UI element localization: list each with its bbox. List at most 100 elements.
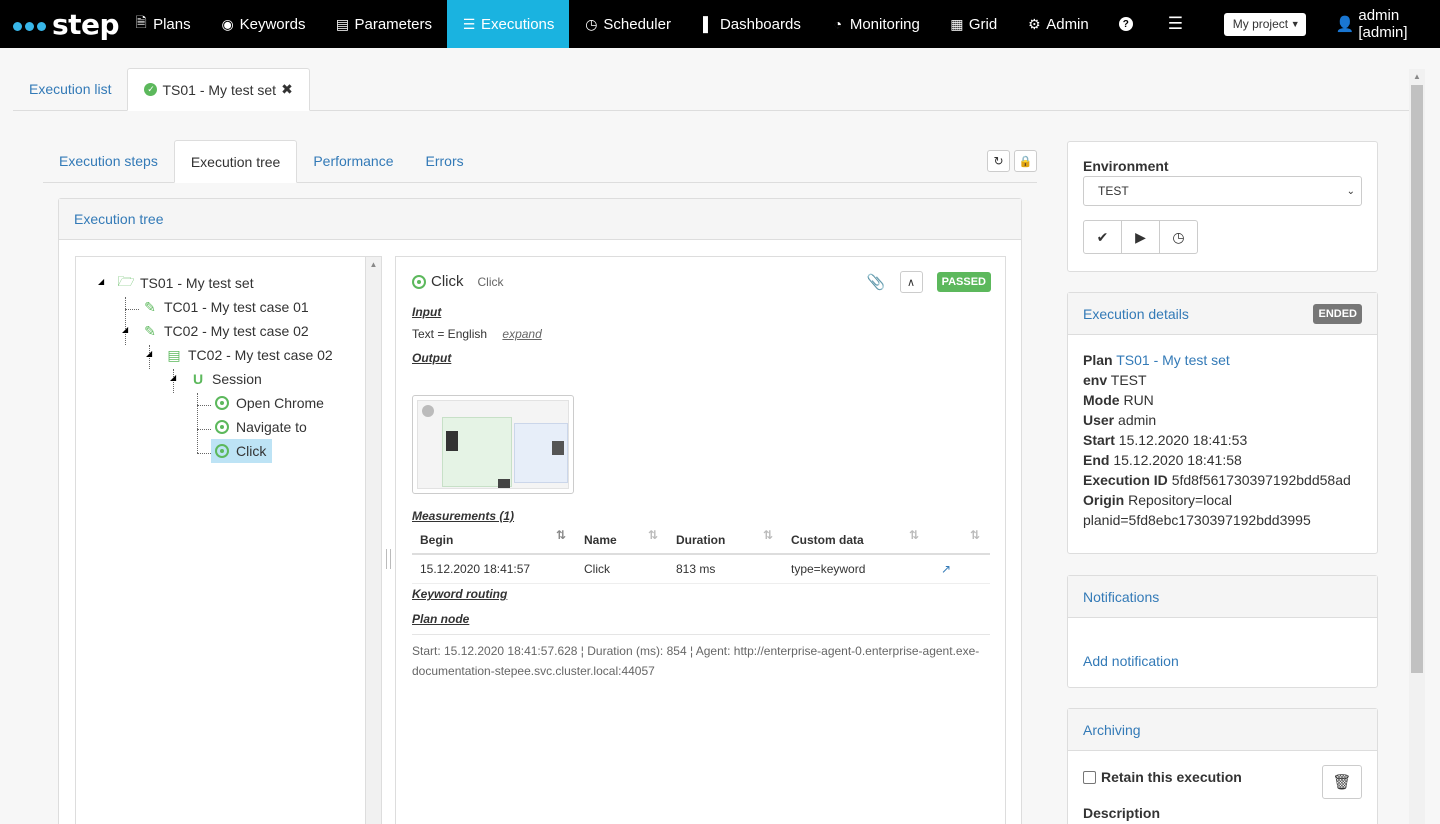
node-label: Session (212, 371, 262, 387)
input-row: Text = English expand (412, 327, 542, 341)
project-select[interactable]: My project ▼ (1223, 12, 1306, 36)
panel-heading: Archiving (1068, 709, 1377, 751)
clock-icon: ◷ (585, 15, 598, 32)
column-header: Begin (420, 533, 454, 547)
tree-node-click[interactable]: Click (211, 439, 273, 463)
refresh-button[interactable]: ↻ (987, 150, 1010, 172)
nav-parameters[interactable]: ▤ Parameters (320, 0, 447, 48)
plan-link[interactable]: TS01 - My test set (1116, 352, 1230, 368)
column-header: Name (584, 533, 617, 547)
tree-guide (197, 405, 211, 406)
check-icon: ✔ (1096, 228, 1109, 245)
sitemap-icon: ∧ (907, 276, 916, 289)
pane-splitter[interactable] (386, 549, 391, 569)
col-duration[interactable]: Duration ⇅ (668, 525, 783, 555)
node-title: Click Click (412, 273, 504, 290)
input-value: Text = English (412, 327, 488, 341)
tab-label: TS01 - My test set (162, 81, 277, 98)
play-icon: ▶ (1135, 228, 1146, 245)
tab-execution-tree[interactable]: Execution tree (173, 140, 298, 183)
node-label: Click (236, 443, 267, 459)
tab-execution-ts01[interactable]: ✓ TS01 - My test set ✖ (127, 68, 310, 111)
expand-link[interactable]: expand (502, 327, 541, 341)
node-title-text: Click (431, 273, 464, 290)
tree-node-tc02[interactable]: ✎ TC02 - My test case 02 (142, 319, 309, 343)
external-link-icon[interactable]: ↗ (941, 562, 951, 576)
cell-duration: 813 ms (668, 554, 783, 584)
expand-toggle-icon[interactable]: ◢ (146, 349, 152, 358)
col-name[interactable]: Name ⇅ (576, 525, 668, 555)
delete-button[interactable]: 🗑 (1322, 765, 1362, 799)
add-notification-link[interactable]: Add notification (1083, 653, 1179, 669)
nav-plans[interactable]: 🗎 Plans (119, 0, 206, 48)
description-label: Description (1083, 805, 1161, 821)
nav-grid[interactable]: ▦ Grid (935, 0, 1012, 48)
details-body: Plan TS01 - My test set env TEST Mode RU… (1068, 335, 1377, 530)
tree-node-testset[interactable]: 🗁 TS01 - My test set (117, 271, 253, 295)
nav-monitoring[interactable]: ◔ Monitoring (816, 0, 935, 48)
detail-value: RUN (1123, 392, 1154, 408)
nav-admin[interactable]: ⚙ Admin (1012, 0, 1104, 48)
test-button[interactable]: ✔ (1083, 220, 1122, 254)
notifications-panel: Notifications Add notification (1067, 575, 1378, 688)
paperclip-icon[interactable]: 📎 (867, 273, 886, 291)
schedule-button[interactable]: ◷ (1159, 220, 1198, 254)
nav-keywords[interactable]: ◉ Keywords (206, 0, 321, 48)
expand-toggle-icon[interactable]: ◢ (98, 277, 104, 286)
tree-node-tc02-sequence[interactable]: ▤ TC02 - My test case 02 (166, 343, 333, 367)
user-icon: 👤 (1335, 16, 1355, 33)
user-menu[interactable]: 👤 admin [admin] (1336, 7, 1440, 41)
screenshot-thumbnail[interactable] (412, 395, 574, 494)
expand-toggle-icon[interactable]: ◢ (122, 325, 128, 334)
tab-execution-steps[interactable]: Execution steps (43, 140, 174, 182)
screenshot-image (417, 400, 569, 489)
tree-node-navigate-to[interactable]: Navigate to (214, 415, 307, 439)
logo-dots-icon (13, 21, 46, 31)
tree-node-tc01[interactable]: ✎ TC01 - My test case 01 (142, 295, 309, 319)
run-button[interactable]: ▶ (1121, 220, 1160, 254)
panel-title: Archiving (1083, 721, 1141, 738)
detail-end: End 15.12.2020 18:41:58 (1083, 450, 1362, 470)
expand-toggle-icon[interactable]: ◢ (170, 373, 176, 382)
detail-origin-planid: planid=5fd8ebc1730397192bdd3995 (1083, 512, 1311, 528)
col-begin[interactable]: Begin ⇅ (412, 525, 576, 555)
keyword-icon (214, 396, 230, 410)
retain-checkbox[interactable] (1083, 770, 1096, 784)
nav-dashboards[interactable]: ▌ Dashboards (686, 0, 816, 48)
tab-performance[interactable]: Performance (297, 140, 409, 182)
tree-guide (125, 309, 139, 310)
page-scrollbar[interactable]: ▲ (1409, 69, 1425, 824)
tab-execution-list[interactable]: Execution list (13, 68, 127, 110)
sort-icon: ⇅ (762, 528, 773, 542)
col-custom-data[interactable]: Custom data ⇅ (783, 525, 929, 555)
environment-select[interactable]: TEST ⌄ (1083, 176, 1362, 206)
help-button[interactable]: ? (1104, 0, 1153, 48)
detail-key: Origin (1083, 492, 1125, 508)
tree-node-open-chrome[interactable]: Open Chrome (214, 391, 324, 415)
bar-chart-icon: ▌ (702, 16, 713, 32)
col-actions[interactable]: ⇅ (929, 525, 990, 555)
scrollbar-thumb[interactable] (1411, 85, 1423, 673)
detail-key: User (1083, 412, 1115, 428)
nav-scheduler[interactable]: ◷ Scheduler (569, 0, 686, 48)
tree-scrollbar[interactable]: ▲ (365, 257, 381, 824)
sort-icon: ⇅ (647, 528, 658, 542)
menu-button[interactable]: ☰ (1153, 0, 1202, 48)
cell-name: Click (576, 554, 668, 584)
nav-executions[interactable]: ☰ Executions (447, 0, 570, 48)
execution-view-tabs: Execution steps Execution tree Performan… (43, 140, 1037, 183)
close-icon[interactable]: ✖ (281, 81, 293, 98)
tree-view-button[interactable]: ∧ (899, 271, 923, 293)
lock-button[interactable]: 🔒 (1014, 150, 1037, 172)
step-logo[interactable]: step (0, 0, 120, 48)
tree-node-session[interactable]: U Session (190, 367, 262, 391)
nav-label: Keywords (239, 15, 306, 33)
node-label: TC02 - My test case 02 (188, 347, 333, 363)
detail-execution-id: Execution ID 5fd8f561730397192bdd58ad (1083, 470, 1362, 490)
scroll-up-icon[interactable]: ▲ (1409, 72, 1425, 81)
panel-heading: Notifications (1068, 576, 1377, 618)
view-tools: ↻ 🔒 (987, 150, 1037, 172)
scroll-up-icon[interactable]: ▲ (366, 260, 381, 269)
tab-label: Execution steps (59, 153, 158, 169)
tab-errors[interactable]: Errors (410, 140, 480, 182)
